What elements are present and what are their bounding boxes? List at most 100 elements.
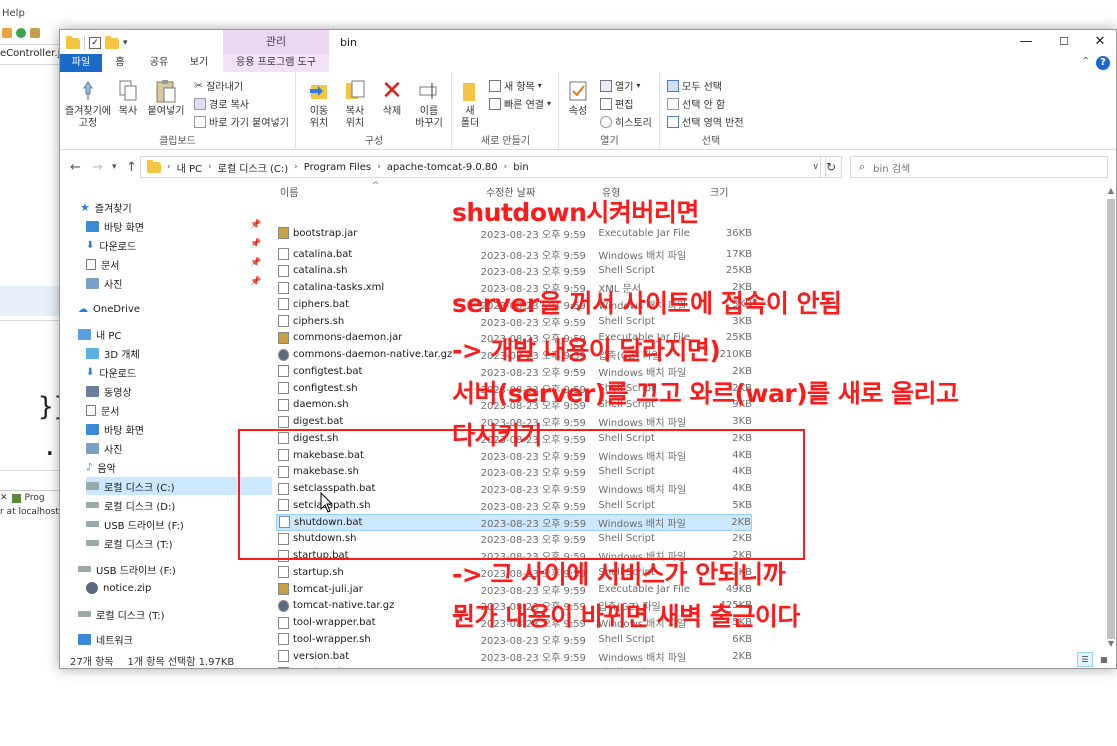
title-bar[interactable]: ✓ ▾ 관리 bin — ☐ ✕	[60, 30, 1116, 54]
tab-share[interactable]: 공유	[144, 54, 174, 72]
ribbon-collapse-icon[interactable]: ⌃	[1082, 56, 1090, 67]
nav-this-pc[interactable]: 내 PC	[78, 325, 278, 343]
pin-icon[interactable]: 📌	[250, 220, 261, 230]
download-arrow-icon: ⬇	[86, 239, 95, 251]
address-bar[interactable]: › 내 PC › 로컬 디스크 (C:) › Program Files › a…	[140, 156, 826, 178]
rename-button[interactable]: 이름 바꾸기	[409, 78, 449, 130]
pin-quick-access-button[interactable]: 즐겨찾기에 고정	[64, 78, 112, 130]
file-row[interactable]: tool-wrapper.sh 2023-08-23 오후 9:59 Shell S…	[276, 631, 752, 648]
bg-run-icon[interactable]	[16, 28, 26, 38]
crumb-drive-c[interactable]: 로컬 디스크 (C:)	[218, 160, 289, 175]
chevron-right-icon[interactable]: ›	[377, 162, 381, 172]
pin-icon[interactable]: 📌	[250, 258, 261, 268]
nav-downloads-pc[interactable]: ⬇ 다운로드	[86, 363, 286, 381]
bg-close-icon[interactable]: ✕	[0, 493, 8, 503]
invert-selection-button[interactable]: 선택 영역 반전	[667, 114, 744, 129]
paste-shortcut-button[interactable]: 바로 가기 붙여넣기	[194, 114, 289, 129]
bg-console-tab[interactable]: Prog	[25, 493, 45, 503]
recent-dropdown-icon[interactable]: ▾	[112, 162, 117, 172]
history-button[interactable]: 히스토리	[600, 114, 652, 129]
help-icon[interactable]: ?	[1096, 56, 1110, 70]
chevron-right-icon[interactable]: ›	[167, 162, 171, 172]
crumb-tomcat[interactable]: apache-tomcat-9.0.80	[387, 162, 498, 173]
nav-3d-objects[interactable]: 3D 개체	[86, 344, 286, 362]
nav-label: USB 드라이브 (F:)	[96, 565, 176, 577]
nav-documents-pc[interactable]: 문서	[86, 401, 286, 419]
new-folder-qa-icon[interactable]	[105, 35, 119, 49]
chevron-right-icon[interactable]: ›	[504, 162, 508, 172]
easy-access-button[interactable]: 빠른 연결 ▾	[489, 96, 551, 111]
copy-path-label: 경로 복사	[209, 100, 249, 111]
scroll-down-icon[interactable]: ▼	[1105, 638, 1116, 650]
select-all-button[interactable]: 모두 선택	[667, 78, 722, 93]
file-row[interactable]: catalina.sh 2023-08-23 오후 9:59 Shell Scrip…	[276, 263, 752, 280]
tab-file[interactable]: 파일	[60, 54, 102, 72]
forward-arrow-icon[interactable]: →	[92, 160, 103, 175]
copy-path-button[interactable]: 경로 복사	[194, 96, 249, 111]
refresh-button[interactable]: ↻	[820, 156, 842, 178]
crumb-program-files[interactable]: Program Files	[304, 162, 371, 173]
vertical-scrollbar[interactable]: ▲ ▼	[1105, 185, 1116, 650]
minimize-button[interactable]: —	[1018, 34, 1034, 50]
nav-quick-access[interactable]: ★ 즐겨찾기	[80, 198, 280, 216]
copy-button[interactable]: 복사	[112, 78, 144, 118]
nav-usb-f-root[interactable]: USB 드라이브 (F:)	[78, 560, 278, 578]
column-header-name[interactable]: 이름	[280, 185, 298, 203]
maximize-button[interactable]: ☐	[1056, 34, 1072, 50]
drive-icon	[86, 540, 99, 546]
paste-shortcut-icon	[194, 115, 206, 128]
tab-home[interactable]: 홈	[110, 54, 130, 72]
properties-button[interactable]: 속성	[562, 78, 594, 118]
up-arrow-icon[interactable]: ↑	[126, 160, 137, 175]
properties-qa-icon[interactable]: ✓	[89, 37, 101, 49]
tab-view[interactable]: 보기	[184, 54, 214, 72]
new-item-button[interactable]: 새 항목 ▾	[489, 78, 542, 93]
open-button[interactable]: 열기 ▾	[600, 78, 640, 93]
select-none-button[interactable]: 선택 안 함	[667, 96, 725, 111]
qa-dropdown-icon[interactable]: ▾	[123, 38, 128, 48]
copy-to-button[interactable]: 복사 위치	[337, 78, 373, 130]
back-arrow-icon[interactable]: ←	[70, 160, 81, 175]
close-button[interactable]: ✕	[1092, 34, 1108, 50]
tab-app-tools[interactable]: 응용 프로그램 도구	[223, 54, 329, 72]
nav-notice-zip[interactable]: notice.zip	[86, 579, 286, 597]
pin-icon[interactable]: 📌	[250, 239, 261, 249]
cut-button[interactable]: ✂ 잘라내기	[194, 78, 243, 93]
bg-menu-help[interactable]: Help	[2, 8, 25, 19]
large-icons-view-icon[interactable]: ▦	[1096, 652, 1112, 667]
search-icon: ⌕	[859, 160, 866, 173]
delete-button[interactable]: ✕ 삭제	[375, 78, 409, 118]
scroll-thumb[interactable]	[1107, 199, 1115, 639]
column-header-size[interactable]: 크기	[710, 185, 728, 203]
new-folder-icon	[458, 78, 482, 104]
address-dropdown-icon[interactable]: ∨	[812, 162, 819, 172]
nav-label: 네트워크	[96, 635, 133, 647]
bg-open-icon[interactable]	[30, 28, 40, 38]
document-icon	[86, 258, 96, 270]
bg-tool-icon[interactable]	[2, 28, 12, 38]
bg-editor-tab[interactable]: eController.java	[0, 48, 60, 62]
nav-drive-t-root[interactable]: 로컬 디스크 (T:)	[78, 605, 278, 623]
file-date: 2023-08-23 오후 9:59	[480, 267, 586, 279]
nav-network[interactable]: 네트워크	[78, 630, 278, 648]
move-to-button[interactable]: 이동 위치	[301, 78, 337, 130]
crumb-this-pc[interactable]: 내 PC	[177, 160, 202, 175]
new-folder-button[interactable]: 새 폴더	[455, 78, 485, 130]
sh-file-icon	[278, 264, 289, 277]
nav-label: 음악	[97, 463, 116, 475]
paste-button[interactable]: 붙여넣기	[146, 78, 186, 118]
search-box[interactable]: ⌕ bin 검색	[850, 156, 1108, 178]
nav-onedrive[interactable]: ☁ OneDrive	[78, 300, 278, 318]
file-row[interactable]: catalina.bat 2023-08-23 오후 9:59 Windows 배치…	[276, 246, 752, 263]
status-bar: 27개 항목 1개 항목 선택함 1.97KB ☰ ▦	[60, 650, 1116, 668]
edit-button[interactable]: 편집	[600, 96, 633, 111]
pin-icon[interactable]: 📌	[250, 277, 261, 287]
paste-label: 붙여넣기	[147, 106, 185, 117]
crumb-bin[interactable]: bin	[513, 162, 528, 173]
manage-context-tab[interactable]: 관리	[223, 30, 329, 54]
nav-videos[interactable]: 동영상	[86, 382, 286, 400]
scroll-up-icon[interactable]: ▲	[1105, 185, 1116, 197]
chevron-right-icon[interactable]: ›	[294, 162, 298, 172]
details-view-icon[interactable]: ☰	[1077, 652, 1093, 667]
chevron-right-icon[interactable]: ›	[208, 162, 212, 172]
